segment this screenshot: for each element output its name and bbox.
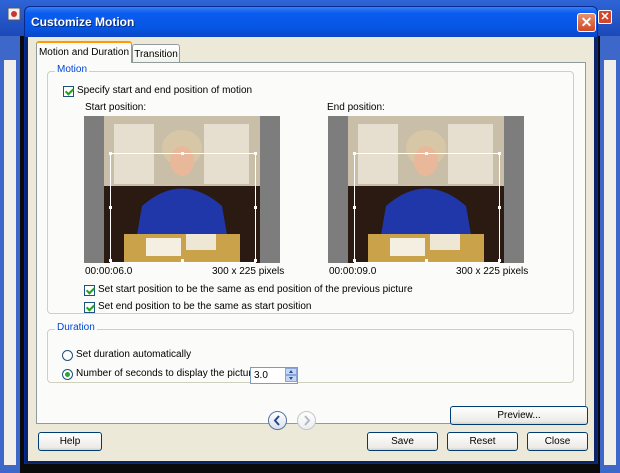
end-time: 00:00:09.0 (329, 266, 377, 277)
reset-button[interactable]: Reset (447, 432, 518, 451)
seconds-stepper (250, 367, 298, 384)
background-app-panel-left (4, 60, 16, 465)
resize-handle[interactable] (425, 152, 428, 155)
tab-panel: Motion Specify start and end position of… (36, 62, 586, 424)
same-as-previous-checkbox[interactable] (84, 285, 95, 296)
auto-duration-radio[interactable] (62, 350, 73, 361)
resize-handle[interactable] (353, 259, 356, 262)
start-time: 00:00:06.0 (85, 266, 133, 277)
resize-handle[interactable] (498, 152, 501, 155)
duration-group-label: Duration (55, 322, 97, 333)
specify-motion-label: Specify start and end position of motion (77, 85, 253, 96)
tab-transition[interactable]: Transition (132, 44, 180, 64)
close-icon[interactable]: ✕ (577, 13, 596, 32)
chevron-left-icon[interactable] (268, 411, 287, 430)
end-position-label: End position: (327, 102, 385, 113)
dialog-client-area: Motion and Duration Transition Motion Sp… (28, 37, 594, 461)
resize-handle[interactable] (254, 259, 257, 262)
end-selection-rectangle[interactable] (354, 153, 500, 263)
app-icon (6, 6, 22, 22)
resize-handle[interactable] (109, 259, 112, 262)
dialog-titlebar[interactable]: Customize Motion ✕ (25, 7, 597, 37)
resize-handle[interactable] (353, 206, 356, 209)
start-size: 300 x 225 pixels (212, 266, 285, 277)
close-button[interactable]: Close (527, 432, 588, 451)
spin-up-icon[interactable] (285, 368, 297, 375)
save-button[interactable]: Save (367, 432, 438, 451)
resize-handle[interactable] (109, 152, 112, 155)
customize-motion-dialog: Customize Motion ✕ Motion and Duration T… (24, 6, 598, 464)
chevron-right-icon[interactable] (297, 411, 316, 430)
help-button[interactable]: Help (38, 432, 102, 451)
resize-handle[interactable] (353, 152, 356, 155)
resize-handle[interactable] (498, 206, 501, 209)
start-position-preview[interactable] (84, 116, 280, 263)
resize-handle[interactable] (181, 259, 184, 262)
specify-motion-checkbox[interactable] (63, 86, 74, 97)
background-app-panel-right (604, 60, 616, 465)
end-position-preview[interactable] (328, 116, 524, 263)
seconds-label: Number of seconds to display the picture (76, 368, 258, 379)
start-position-label: Start position: (85, 102, 147, 113)
dialog-title: Customize Motion (31, 15, 135, 29)
start-selection-rectangle[interactable] (110, 153, 256, 263)
background-close-button[interactable]: ✕ (598, 10, 612, 24)
seconds-radio[interactable] (62, 369, 73, 380)
end-size: 300 x 225 pixels (456, 266, 529, 277)
same-as-previous-label: Set start position to be the same as end… (98, 284, 413, 295)
auto-duration-label: Set duration automatically (76, 349, 192, 360)
resize-handle[interactable] (109, 206, 112, 209)
resize-handle[interactable] (254, 206, 257, 209)
motion-group-label: Motion (55, 64, 90, 75)
same-end-label: Set end position to be the same as start… (98, 301, 312, 312)
same-end-checkbox[interactable] (84, 302, 95, 313)
seconds-input[interactable] (251, 368, 288, 383)
resize-handle[interactable] (181, 152, 184, 155)
tab-motion-and-duration[interactable]: Motion and Duration (36, 41, 132, 63)
resize-handle[interactable] (425, 259, 428, 262)
resize-handle[interactable] (254, 152, 257, 155)
preview-button[interactable]: Preview... (450, 406, 588, 425)
resize-handle[interactable] (498, 259, 501, 262)
spin-down-icon[interactable] (285, 375, 297, 382)
